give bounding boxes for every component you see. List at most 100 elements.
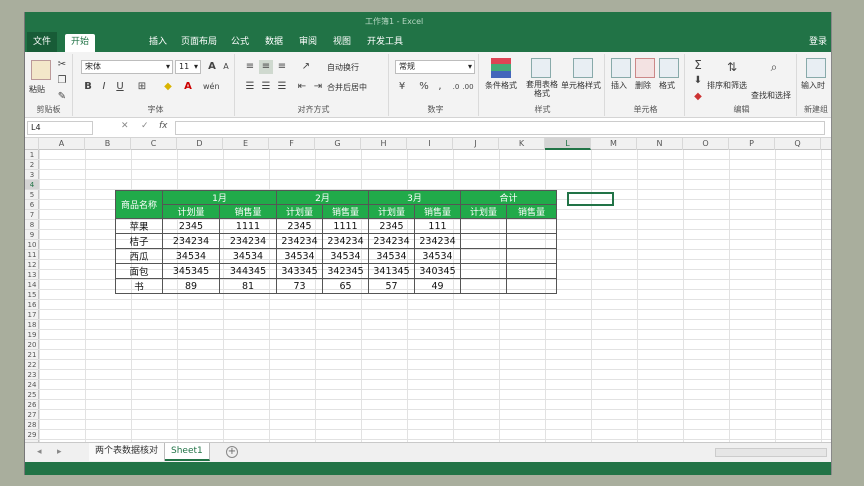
fill-icon[interactable]: ⬇	[691, 74, 705, 88]
cell-product-name[interactable]: 书	[115, 278, 163, 294]
align-bottom-icon[interactable]: ≡	[275, 60, 289, 74]
row-header-11[interactable]: 11	[25, 250, 39, 260]
increase-indent-icon[interactable]: ⇥	[311, 80, 325, 94]
cell-value[interactable]	[506, 218, 557, 234]
phonetic-icon[interactable]: wén	[203, 80, 220, 94]
clear-icon[interactable]: ◆	[691, 90, 705, 104]
tab-view[interactable]: 视图	[327, 34, 357, 52]
row-header-19[interactable]: 19	[25, 330, 39, 340]
column-header-l[interactable]: L	[545, 138, 591, 150]
shrink-font-button[interactable]: A	[219, 60, 233, 74]
column-header-g[interactable]: G	[315, 138, 361, 150]
name-box[interactable]: L4	[27, 121, 93, 135]
column-header-i[interactable]: I	[407, 138, 453, 150]
format-cells-icon[interactable]	[659, 58, 679, 78]
sheet-tab-compare[interactable]: 两个表数据核对	[89, 443, 166, 461]
conditional-format-button[interactable]: 条件格式	[485, 80, 517, 91]
sort-filter-button[interactable]: 排序和筛选	[707, 80, 747, 91]
cell-grid[interactable]: 商品名称 1月 2月 3月 合计 计划量 销售量 计划量 销售量 计划量 销售量 计划量 销售量 苹果 23…	[39, 150, 831, 442]
column-header-q[interactable]: Q	[775, 138, 821, 150]
tab-page-layout[interactable]: 页面布局	[175, 34, 223, 52]
tab-file[interactable]: 文件	[27, 32, 58, 52]
tab-developer[interactable]: 开发工具	[361, 34, 409, 52]
login-link[interactable]: 登录	[809, 34, 827, 47]
cell-value[interactable]	[506, 233, 557, 249]
sort-filter-icon[interactable]: ⇅	[725, 60, 739, 74]
cell-value[interactable]	[460, 233, 507, 249]
currency-icon[interactable]: ¥	[395, 80, 409, 94]
format-cells-button[interactable]: 格式	[659, 80, 675, 91]
cancel-icon[interactable]: ✕	[121, 121, 129, 131]
column-header-j[interactable]: J	[453, 138, 499, 150]
cell-value[interactable]: 341345	[368, 263, 415, 279]
align-right-icon[interactable]: ☰	[275, 80, 289, 94]
copy-icon[interactable]: ❐	[55, 74, 69, 88]
cut-icon[interactable]: ✂	[55, 58, 69, 72]
selected-cell[interactable]	[567, 192, 614, 206]
cell-product-name[interactable]: 桔子	[115, 233, 163, 249]
horizontal-scrollbar[interactable]	[715, 448, 827, 457]
merge-center-button[interactable]: 合并后居中	[327, 82, 367, 93]
column-header-e[interactable]: E	[223, 138, 269, 150]
underline-button[interactable]: U	[113, 80, 127, 94]
tab-insert[interactable]: 插入	[143, 34, 173, 52]
cell-value[interactable]: 34534	[368, 248, 415, 264]
row-header-6[interactable]: 6	[25, 200, 39, 210]
row-header-24[interactable]: 24	[25, 380, 39, 390]
add-sheet-button[interactable]: +	[226, 446, 238, 458]
cell-value[interactable]: 34534	[162, 248, 220, 264]
row-header-12[interactable]: 12	[25, 260, 39, 270]
delete-cells-icon[interactable]	[635, 58, 655, 78]
tab-data[interactable]: 数据	[259, 34, 289, 52]
select-all-corner[interactable]	[25, 138, 39, 150]
row-header-23[interactable]: 23	[25, 370, 39, 380]
row-header-5[interactable]: 5	[25, 190, 39, 200]
cell-value[interactable]: 65	[322, 278, 369, 294]
row-header-26[interactable]: 26	[25, 400, 39, 410]
row-header-13[interactable]: 13	[25, 270, 39, 280]
fill-color-icon[interactable]: ◆	[161, 80, 175, 94]
cell-value[interactable]: 34534	[414, 248, 461, 264]
row-header-16[interactable]: 16	[25, 300, 39, 310]
autosum-button[interactable]: Σ	[691, 58, 705, 72]
orientation-icon[interactable]: ↗	[299, 60, 313, 74]
align-top-icon[interactable]: ≡	[243, 60, 257, 74]
column-header-h[interactable]: H	[361, 138, 407, 150]
cell-value[interactable]: 2345	[162, 218, 220, 234]
cell-value[interactable]: 344345	[219, 263, 277, 279]
cell-value[interactable]: 57	[368, 278, 415, 294]
column-header-k[interactable]: K	[499, 138, 545, 150]
bold-button[interactable]: B	[81, 80, 95, 94]
row-header-18[interactable]: 18	[25, 320, 39, 330]
font-color-icon[interactable]: A	[181, 80, 195, 94]
cell-value[interactable]: 73	[276, 278, 323, 294]
cell-product-name[interactable]: 苹果	[115, 218, 163, 234]
row-header-15[interactable]: 15	[25, 290, 39, 300]
cell-value[interactable]: 2345	[368, 218, 415, 234]
row-header-3[interactable]: 3	[25, 170, 39, 180]
cell-value[interactable]: 34534	[322, 248, 369, 264]
cell-value[interactable]: 342345	[322, 263, 369, 279]
cell-value[interactable]: 234234	[322, 233, 369, 249]
column-header-a[interactable]: A	[39, 138, 85, 150]
font-size-select[interactable]: 11 ▾	[175, 60, 201, 74]
italic-button[interactable]: I	[97, 80, 111, 94]
format-as-table-button[interactable]: 套用表格格式	[523, 80, 561, 98]
percent-button[interactable]: %	[417, 80, 431, 94]
paste-button-label[interactable]: 粘贴	[29, 84, 45, 95]
input-icon[interactable]	[806, 58, 826, 78]
column-header-n[interactable]: N	[637, 138, 683, 150]
row-header-14[interactable]: 14	[25, 280, 39, 290]
number-format-select[interactable]: 常规 ▾	[395, 60, 475, 74]
cell-value[interactable]: 345345	[162, 263, 220, 279]
cell-value[interactable]: 1111	[219, 218, 277, 234]
next-sheet-icon[interactable]: ▸	[57, 447, 62, 457]
insert-function-button[interactable]: fx	[159, 121, 168, 131]
cell-value[interactable]: 81	[219, 278, 277, 294]
cell-value[interactable]: 49	[414, 278, 461, 294]
row-header-10[interactable]: 10	[25, 240, 39, 250]
decrease-decimal-icon[interactable]: .00	[461, 80, 475, 94]
find-select-button[interactable]: 查找和选择	[751, 90, 791, 101]
row-header-1[interactable]: 1	[25, 150, 39, 160]
find-select-icon[interactable]: ⌕	[767, 60, 781, 74]
